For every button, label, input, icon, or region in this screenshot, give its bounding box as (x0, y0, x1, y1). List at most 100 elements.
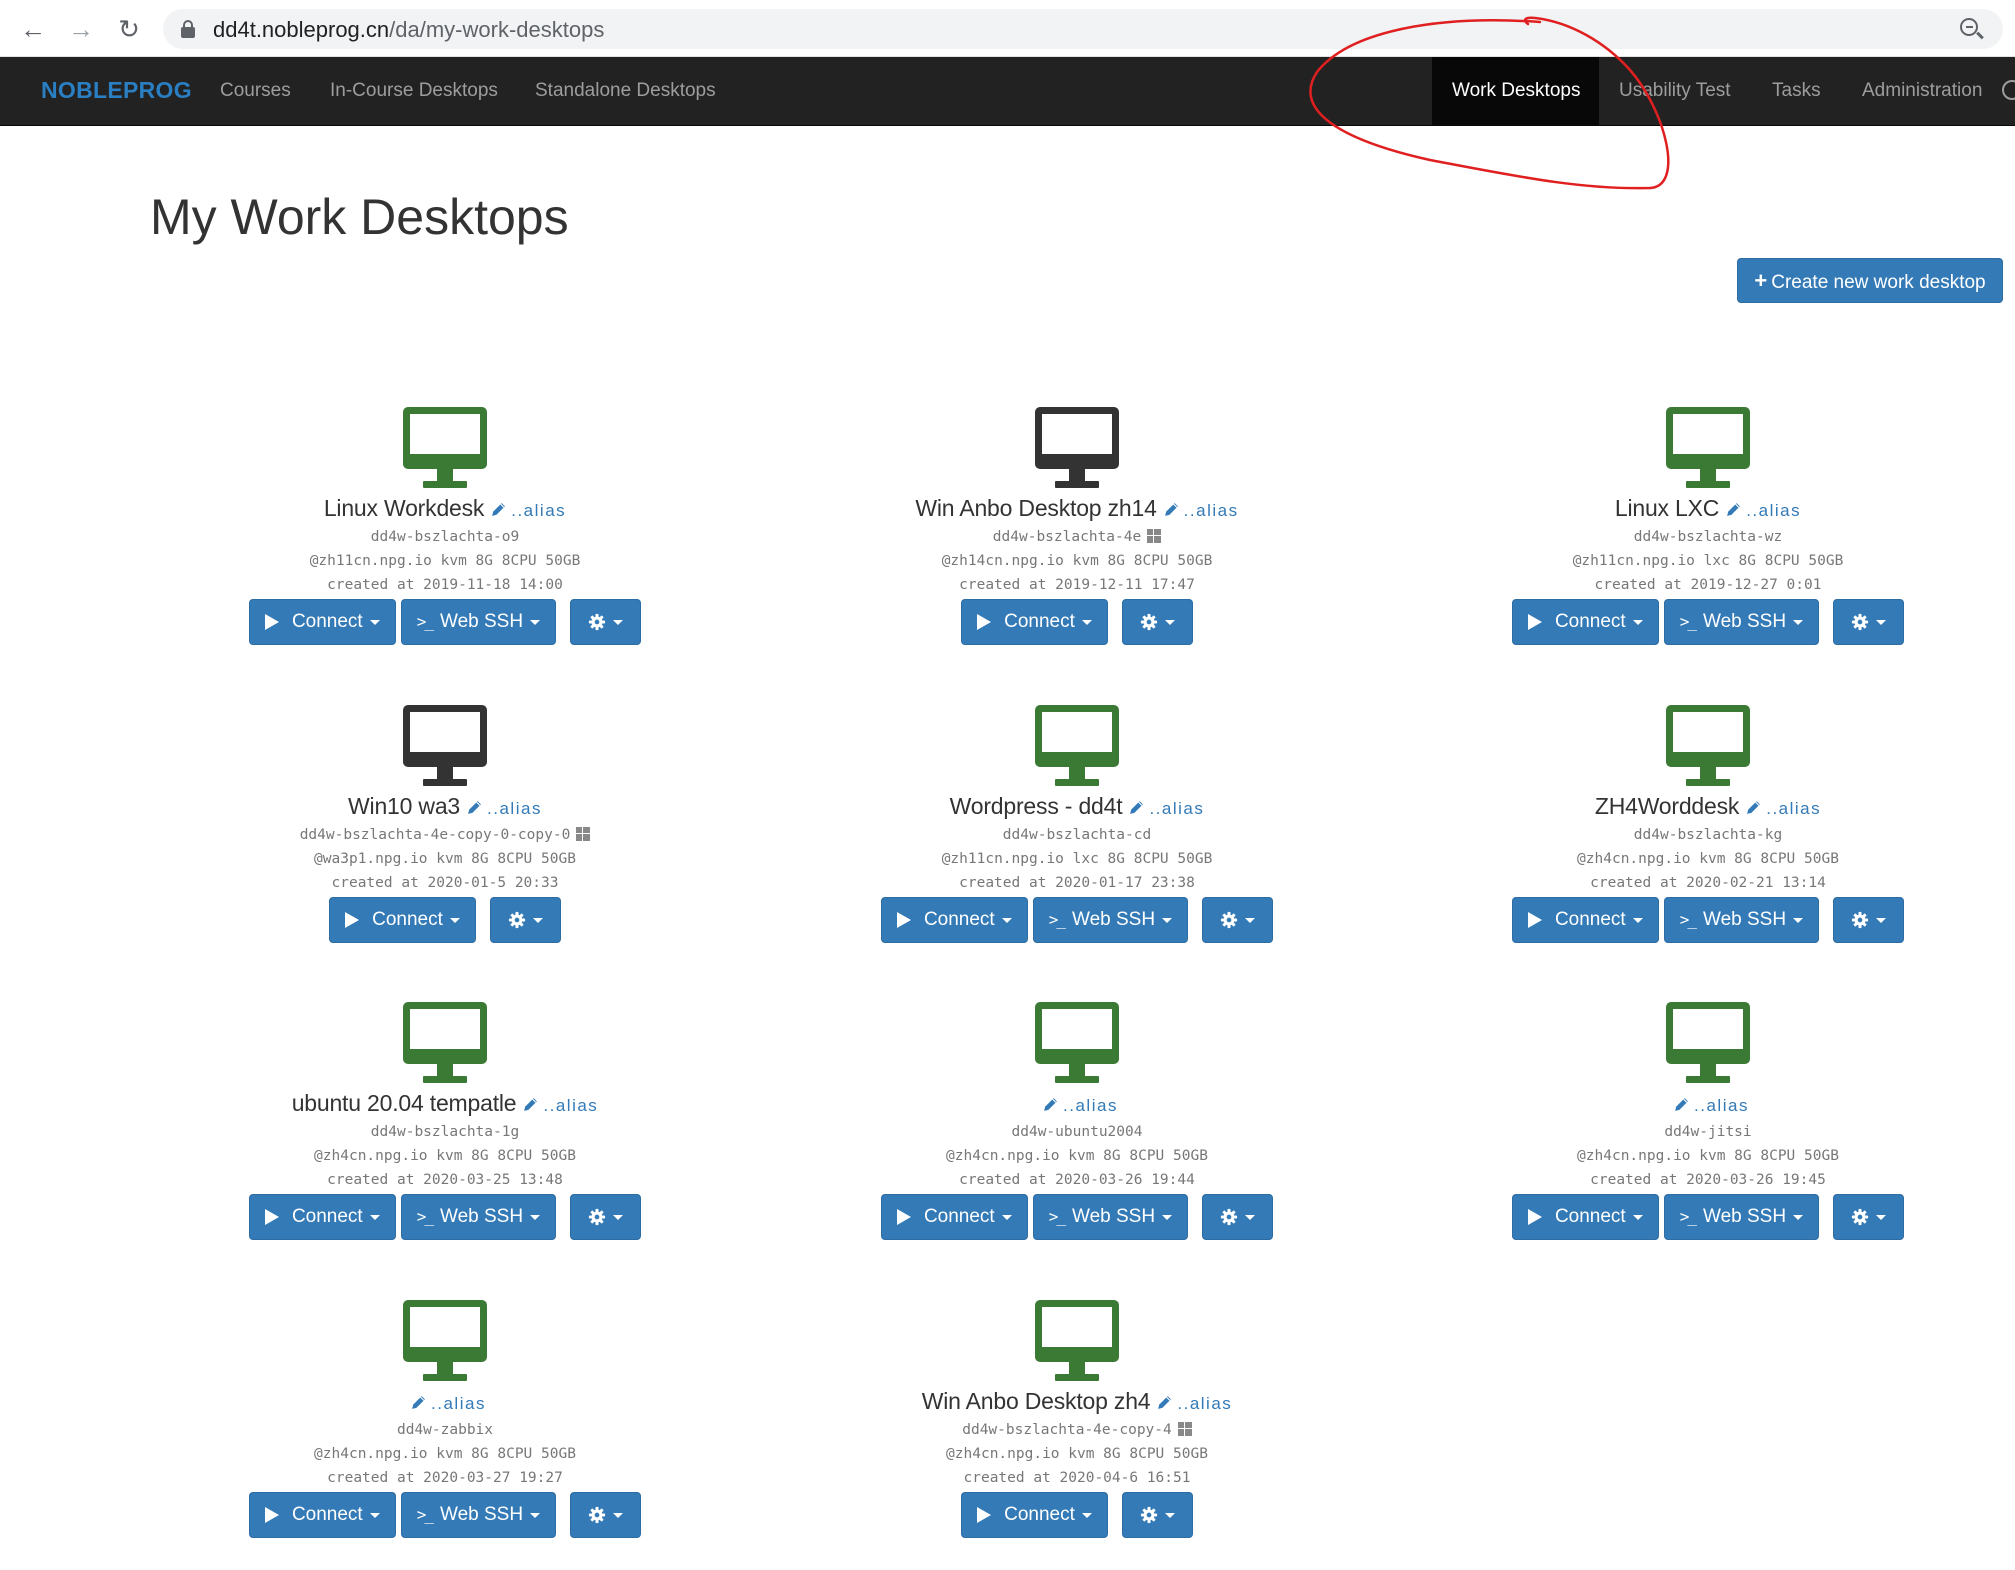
terminal-icon: >_ (1048, 910, 1066, 929)
settings-button[interactable] (1202, 1194, 1274, 1240)
desktop-title: ubuntu 20.04 tempatle ..alias (145, 1086, 745, 1120)
settings-button[interactable] (489, 897, 561, 943)
connect-button[interactable]: Connect (1511, 599, 1659, 645)
reload-icon[interactable]: ↻ (114, 14, 144, 44)
settings-button[interactable] (1121, 599, 1193, 645)
desktop-host: @zh4cn.npg.io kvm 8G 8CPU 50GB (946, 1446, 1208, 1462)
settings-button[interactable] (1202, 897, 1274, 943)
gear-icon (1140, 1506, 1157, 1524)
alias-label: ..alias (431, 1394, 486, 1413)
alias-link[interactable]: ..alias (1745, 799, 1821, 818)
nav-usability-test[interactable]: Usability Test (1599, 57, 1751, 125)
desktop-card: Win Anbo Desktop zh4 ..alias dd4w-bszlacht… (777, 1300, 1377, 1538)
connect-button[interactable]: Connect (961, 599, 1108, 645)
desktop-actions: Connect >_ Web SSH (145, 1492, 745, 1538)
nav-administration[interactable]: Administration (1842, 57, 2002, 125)
alias-label: ..alias (1149, 799, 1205, 818)
desktop-id: dd4w-bszlachta-1g (145, 1120, 745, 1144)
play-icon (1527, 1209, 1542, 1225)
desktop-id-text: dd4w-jitsi (1664, 1124, 1752, 1140)
desktop-actions: Connect >_ Web SSH (1408, 897, 2008, 943)
desktop-card: Wordpress - dd4t ..alias dd4w-bszlachta-cd… (777, 705, 1377, 943)
desktop-id-text: dd4w-bszlachta-kg (1633, 827, 1783, 843)
forward-arrow-icon[interactable]: → (66, 14, 96, 44)
windows-icon (1147, 529, 1162, 543)
nav-standalone-desktops[interactable]: Standalone Desktops (515, 57, 736, 125)
web-ssh-button[interactable]: >_ Web SSH (1663, 599, 1820, 645)
alias-link[interactable]: ..alias (1673, 1096, 1749, 1115)
settings-button[interactable] (1833, 897, 1905, 943)
web-ssh-button[interactable]: >_ Web SSH (1663, 1194, 1820, 1240)
connect-button[interactable]: Connect (1511, 897, 1659, 943)
desktop-card: ubuntu 20.04 tempatle ..alias dd4w-bszlach… (145, 1002, 745, 1240)
user-icon[interactable] (2002, 80, 2015, 100)
nav-in-course-desktops[interactable]: In-Course Desktops (310, 57, 518, 125)
web-ssh-label: Web SSH (1702, 909, 1787, 930)
desktop-card: ..alias dd4w-zabbix @zh4cn.npg.io kvm 8G 8… (145, 1300, 745, 1538)
connect-button[interactable]: Connect (961, 1492, 1108, 1538)
web-ssh-button[interactable]: >_ Web SSH (400, 599, 557, 645)
connect-label: Connect (1554, 611, 1626, 632)
desktop-id-text: dd4w-bszlachta-4e-copy-4 (962, 1422, 1172, 1438)
address-bar[interactable]: dd4t.nobleprog.cn/da/my-work-desktops (163, 9, 2003, 49)
nav-courses[interactable]: Courses (200, 57, 311, 125)
zoom-icon[interactable] (1959, 17, 1985, 43)
web-ssh-button[interactable]: >_ Web SSH (1032, 897, 1189, 943)
desktop-name: Win Anbo Desktop zh4 (921, 1388, 1151, 1414)
web-ssh-button[interactable]: >_ Web SSH (1032, 1194, 1189, 1240)
desktop-id: dd4w-bszlachta-kg (1408, 823, 2008, 847)
web-ssh-button[interactable]: >_ Web SSH (1663, 897, 1820, 943)
connect-button[interactable]: Connect (248, 599, 396, 645)
connect-button[interactable]: Connect (248, 1492, 396, 1538)
desktop-id: dd4w-bszlachta-o9 (145, 525, 745, 549)
terminal-icon: >_ (1679, 612, 1697, 631)
desktop-host: @zh11cn.npg.io lxc 8G 8CPU 50GB (1572, 553, 1844, 569)
nav-work-desktops[interactable]: Work Desktops (1432, 57, 1599, 125)
desktop-created: created at 2019-11-18 14:00 (327, 577, 563, 593)
connect-button[interactable]: Connect (1511, 1194, 1659, 1240)
desktop-created: created at 2019-12-27 0:01 (1594, 577, 1822, 593)
connect-button[interactable]: Connect (880, 897, 1028, 943)
alias-link[interactable]: ..alias (490, 501, 566, 520)
plus-icon: + (1754, 268, 1768, 293)
connect-label: Connect (372, 909, 443, 930)
alias-link[interactable]: ..alias (1725, 501, 1801, 520)
desktop-created: created at 2020-02-21 13:14 (1590, 875, 1826, 891)
alias-link[interactable]: ..alias (1128, 799, 1204, 818)
connect-button[interactable]: Connect (248, 1194, 396, 1240)
alias-link[interactable]: ..alias (1042, 1096, 1118, 1115)
connect-button[interactable]: Connect (880, 1194, 1028, 1240)
web-ssh-button[interactable]: >_ Web SSH (400, 1194, 557, 1240)
brand-logo[interactable]: NOBLEPROG (41, 77, 192, 104)
gear-icon (588, 613, 606, 631)
desktop-actions: Connect (145, 897, 745, 943)
settings-button[interactable] (570, 1492, 642, 1538)
alias-link[interactable]: ..alias (1163, 501, 1239, 520)
connect-label: Connect (291, 1504, 363, 1525)
alias-link[interactable]: ..alias (1156, 1394, 1232, 1413)
alias-link[interactable]: ..alias (410, 1394, 486, 1413)
pencil-icon (1727, 503, 1741, 516)
nav-tasks[interactable]: Tasks (1752, 57, 1841, 125)
desktop-actions: Connect >_ Web SSH (1408, 599, 2008, 645)
alias-label: ..alias (1694, 1096, 1749, 1115)
connect-label: Connect (923, 909, 995, 930)
alias-link[interactable]: ..alias (522, 1096, 598, 1115)
desktop-card: ..alias dd4w-ubuntu2004 @zh4cn.npg.io kvm … (777, 1002, 1377, 1240)
settings-button[interactable] (1833, 1194, 1905, 1240)
settings-button[interactable] (570, 1194, 642, 1240)
desktop-title: Win Anbo Desktop zh14 ..alias (777, 491, 1377, 525)
settings-button[interactable] (1121, 1492, 1193, 1538)
alias-link[interactable]: ..alias (466, 799, 542, 818)
settings-button[interactable] (1833, 599, 1905, 645)
play-icon (1527, 912, 1542, 928)
desktop-host: @zh4cn.npg.io kvm 8G 8CPU 50GB (314, 1446, 576, 1462)
desktop-host: @zh11cn.npg.io lxc 8G 8CPU 50GB (941, 851, 1213, 867)
alias-label: ..alias (1177, 1394, 1233, 1413)
connect-button[interactable]: Connect (329, 897, 476, 943)
back-arrow-icon[interactable]: ← (18, 14, 48, 44)
create-work-desktop-button[interactable]: + Create new work desktop (1737, 258, 2003, 303)
settings-button[interactable] (570, 599, 642, 645)
web-ssh-button[interactable]: >_ Web SSH (400, 1492, 557, 1538)
web-ssh-label: Web SSH (439, 611, 524, 632)
